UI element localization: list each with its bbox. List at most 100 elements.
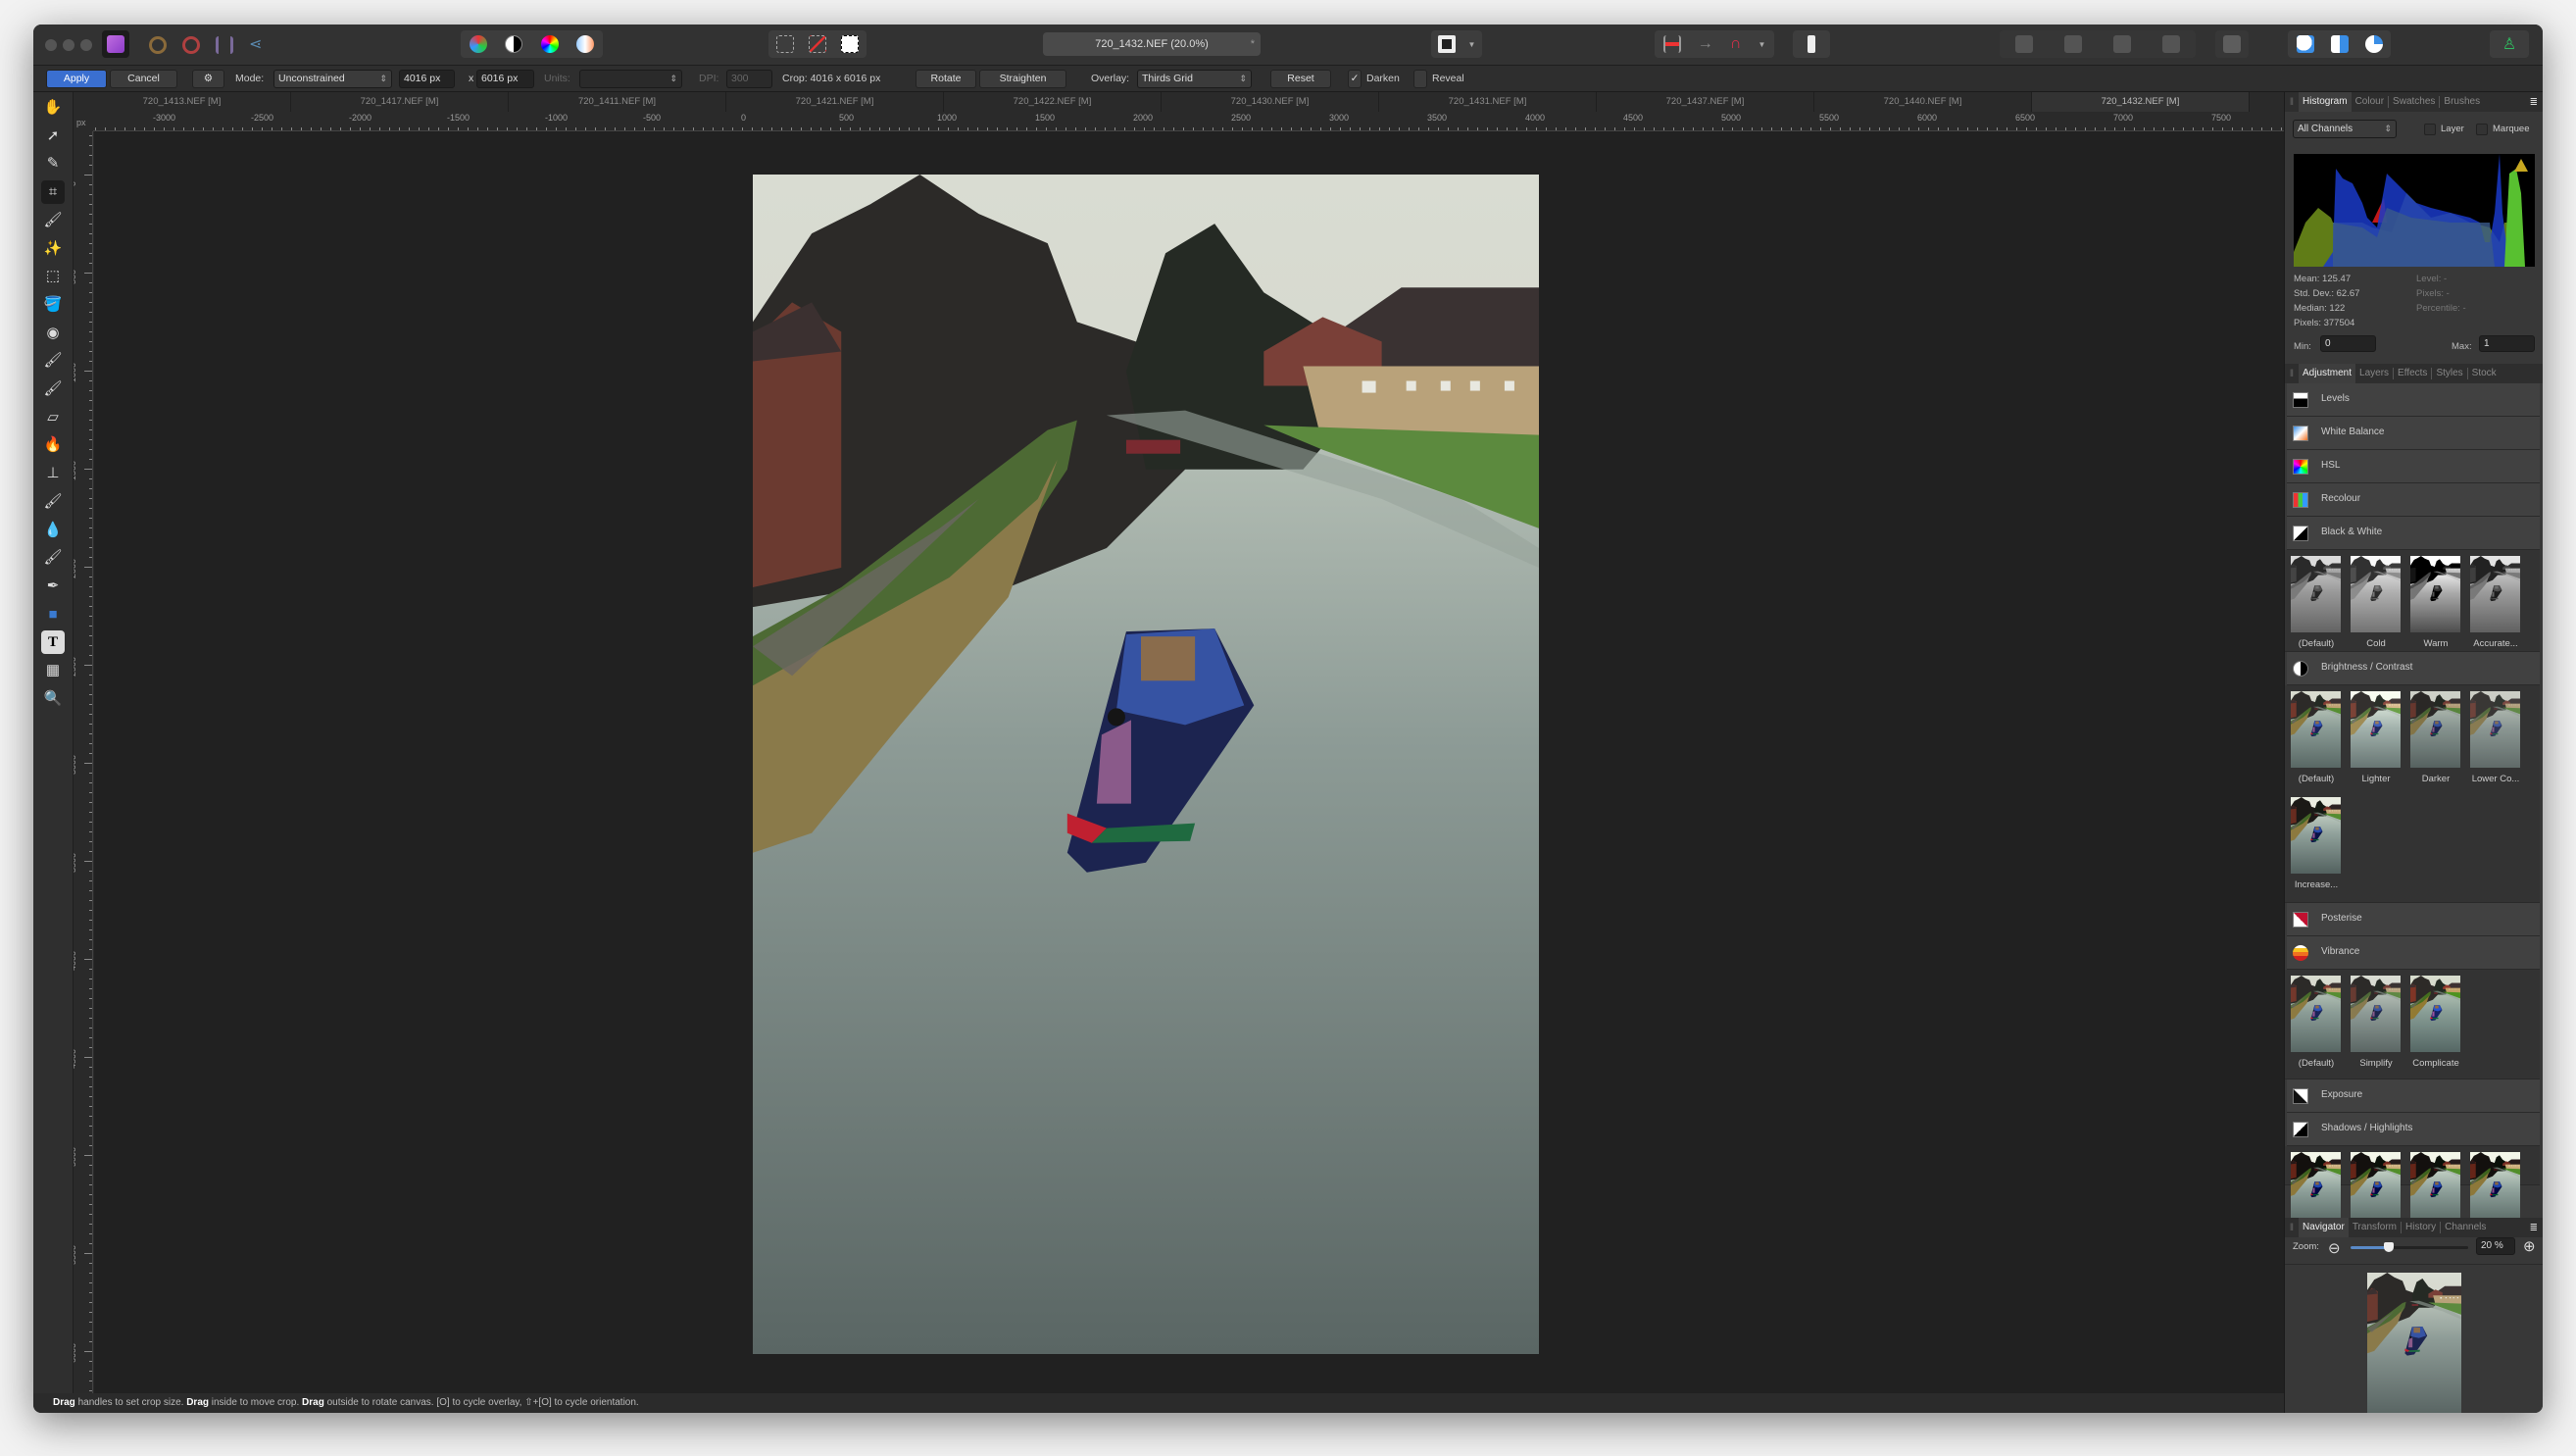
zoom-input[interactable]: 20 % — [2476, 1237, 2515, 1255]
text-tool-icon[interactable]: T — [41, 630, 65, 655]
zoom-in-icon[interactable]: ⊕ — [2523, 1237, 2536, 1255]
tab-transform[interactable]: Transform — [2349, 1222, 2403, 1233]
mode-select[interactable]: Unconstrained — [273, 70, 392, 88]
color-picker-tool-icon[interactable]: ✎ — [41, 152, 65, 176]
auto-levels-icon[interactable] — [470, 35, 488, 53]
crop-width-input[interactable]: 4016 px — [399, 70, 455, 88]
adjustment-exposure[interactable]: Exposure — [2287, 1079, 2540, 1113]
preset-thumbnail[interactable] — [2351, 1152, 2401, 1218]
rectangle-tool-icon[interactable]: ■ — [41, 603, 65, 627]
preset-thumbnail[interactable] — [2291, 797, 2341, 874]
preset-thumbnail[interactable] — [2291, 556, 2341, 632]
darken-checkbox[interactable]: ✓ — [1348, 70, 1362, 88]
adjustment-levels[interactable]: Levels — [2287, 383, 2540, 417]
preset-thumbnail[interactable] — [2291, 1152, 2341, 1218]
rotate-button[interactable]: Rotate — [916, 70, 976, 88]
adjustment-black-white[interactable]: Black & White — [2287, 517, 2540, 550]
straighten-button[interactable]: Straighten — [979, 70, 1066, 88]
tab-styles[interactable]: Styles — [2432, 368, 2468, 379]
move-back-icon[interactable] — [2064, 35, 2082, 53]
flood-fill-tool-icon[interactable]: 🪣 — [41, 293, 65, 317]
adjustment-white-balance[interactable]: White Balance — [2287, 417, 2540, 450]
grid-icon[interactable] — [1662, 35, 1681, 53]
document-close-icon[interactable]: * — [1251, 32, 1255, 56]
dpi-input[interactable]: 300 — [726, 70, 772, 88]
layer-checkbox[interactable] — [2424, 124, 2436, 135]
preset-thumbnail[interactable] — [2291, 976, 2341, 1052]
toolbar-icon[interactable] — [2364, 35, 2383, 53]
panel-menu-icon[interactable]: ≣ — [2530, 1223, 2538, 1233]
context-toolbar-icon[interactable] — [2330, 35, 2349, 53]
healing-brush-tool-icon[interactable]: 🖌 — [41, 490, 65, 514]
document-tab[interactable]: 720_1437.NEF [M] — [1597, 92, 1814, 112]
horizontal-ruler[interactable]: -3000 -2500 -2000 -1500 -1000 -500 0 500 1000 150… — [93, 112, 2284, 131]
crop-tool-icon[interactable]: ⌗ — [41, 180, 65, 205]
photo-canvas-image[interactable] — [753, 175, 1539, 1354]
zoom-slider[interactable] — [2351, 1242, 2468, 1252]
document-tab[interactable]: 720_1413.NEF [M] — [74, 92, 291, 112]
quick-mask-button[interactable]: ▼ — [1431, 30, 1482, 58]
preset-thumbnail[interactable] — [2351, 976, 2401, 1052]
document-tab[interactable]: 720_1417.NEF [M] — [291, 92, 509, 112]
adjustment-vibrance[interactable]: Vibrance — [2287, 936, 2540, 970]
smudge-brush-tool-icon[interactable]: 🖌 — [41, 377, 65, 401]
min-input[interactable]: 0 — [2320, 335, 2376, 352]
preset-thumbnail[interactable] — [2351, 556, 2401, 632]
marquee-checkbox[interactable] — [2476, 124, 2488, 135]
apply-button[interactable]: Apply — [46, 70, 107, 88]
preset-thumbnail[interactable] — [2470, 556, 2520, 632]
tone-mapping-persona-icon[interactable] — [216, 36, 233, 54]
photo-persona-button[interactable] — [102, 30, 129, 58]
document-tab[interactable]: 720_1440.NEF [M] — [1814, 92, 2032, 112]
tab-navigator[interactable]: Navigator — [2299, 1218, 2349, 1237]
flood-select-tool-icon[interactable]: ✨ — [41, 237, 65, 261]
export-persona-icon[interactable]: ⋖ — [249, 34, 262, 54]
crop-settings-button[interactable]: ⚙ — [192, 70, 224, 88]
select-all-icon[interactable] — [775, 35, 794, 53]
document-tab[interactable]: 720_1411.NEF [M] — [509, 92, 726, 112]
preset-thumbnail[interactable] — [2410, 976, 2460, 1052]
tab-adjustment[interactable]: Adjustment — [2299, 364, 2356, 383]
move-to-back-icon[interactable] — [2015, 35, 2033, 53]
document-tab[interactable]: 720_1422.NEF [M] — [944, 92, 1162, 112]
adjustment-posterise[interactable]: Posterise — [2287, 903, 2540, 936]
preset-thumbnail[interactable] — [2410, 1152, 2460, 1218]
adjustment-hsl[interactable]: HSL — [2287, 450, 2540, 483]
tab-swatches[interactable]: Swatches — [2389, 96, 2441, 108]
force-pixel-alignment-icon[interactable]: → — [1698, 35, 1713, 53]
document-tab[interactable]: 720_1432.NEF [M] — [2032, 92, 2250, 112]
auto-white-balance-icon[interactable] — [575, 35, 594, 53]
minimize-window-button[interactable] — [63, 39, 74, 51]
units-select[interactable] — [579, 70, 682, 88]
panel-grip-icon[interactable]: ‖ — [2285, 1223, 2299, 1233]
hand-tool-icon[interactable]: ✋ — [41, 96, 65, 120]
blur-tool-icon[interactable]: 💧 — [41, 519, 65, 542]
cancel-button[interactable]: Cancel — [110, 70, 177, 88]
move-to-front-icon[interactable] — [2162, 35, 2180, 53]
reset-button[interactable]: Reset — [1270, 70, 1331, 88]
marquee-tool-icon[interactable]: ⬚ — [41, 265, 65, 288]
move-tool-icon[interactable]: ➚ — [41, 125, 65, 148]
user-account-button[interactable]: ♙ — [2490, 30, 2529, 58]
overlay-select[interactable]: Thirds Grid — [1137, 70, 1252, 88]
auto-contrast-icon[interactable] — [505, 35, 523, 53]
adjustment-brightness-contrast[interactable]: Brightness / Contrast — [2287, 652, 2540, 685]
max-input[interactable]: 1 — [2479, 335, 2535, 352]
pen-tool-icon[interactable]: ✒ — [41, 575, 65, 598]
preset-thumbnail[interactable] — [2470, 691, 2520, 768]
adjustment-recolour[interactable]: Recolour — [2287, 483, 2540, 517]
zoom-out-icon[interactable]: ⊖ — [2328, 1239, 2341, 1257]
invert-selection-icon[interactable] — [841, 35, 860, 53]
preset-thumbnail[interactable] — [2291, 691, 2341, 768]
liquify-persona-icon[interactable] — [149, 36, 167, 54]
panel-grip-icon[interactable]: ‖ — [2285, 97, 2299, 108]
document-tab[interactable]: 720_1431.NEF [M] — [1379, 92, 1597, 112]
assistant-button[interactable] — [1793, 30, 1830, 58]
move-forward-icon[interactable] — [2113, 35, 2131, 53]
tab-brushes[interactable]: Brushes — [2440, 96, 2484, 108]
preset-thumbnail[interactable] — [2410, 556, 2460, 632]
tab-histogram[interactable]: Histogram — [2299, 92, 2352, 112]
preset-thumbnail[interactable] — [2410, 691, 2460, 768]
deselect-icon[interactable] — [808, 35, 826, 53]
burn-tool-icon[interactable]: 🔥 — [41, 433, 65, 457]
